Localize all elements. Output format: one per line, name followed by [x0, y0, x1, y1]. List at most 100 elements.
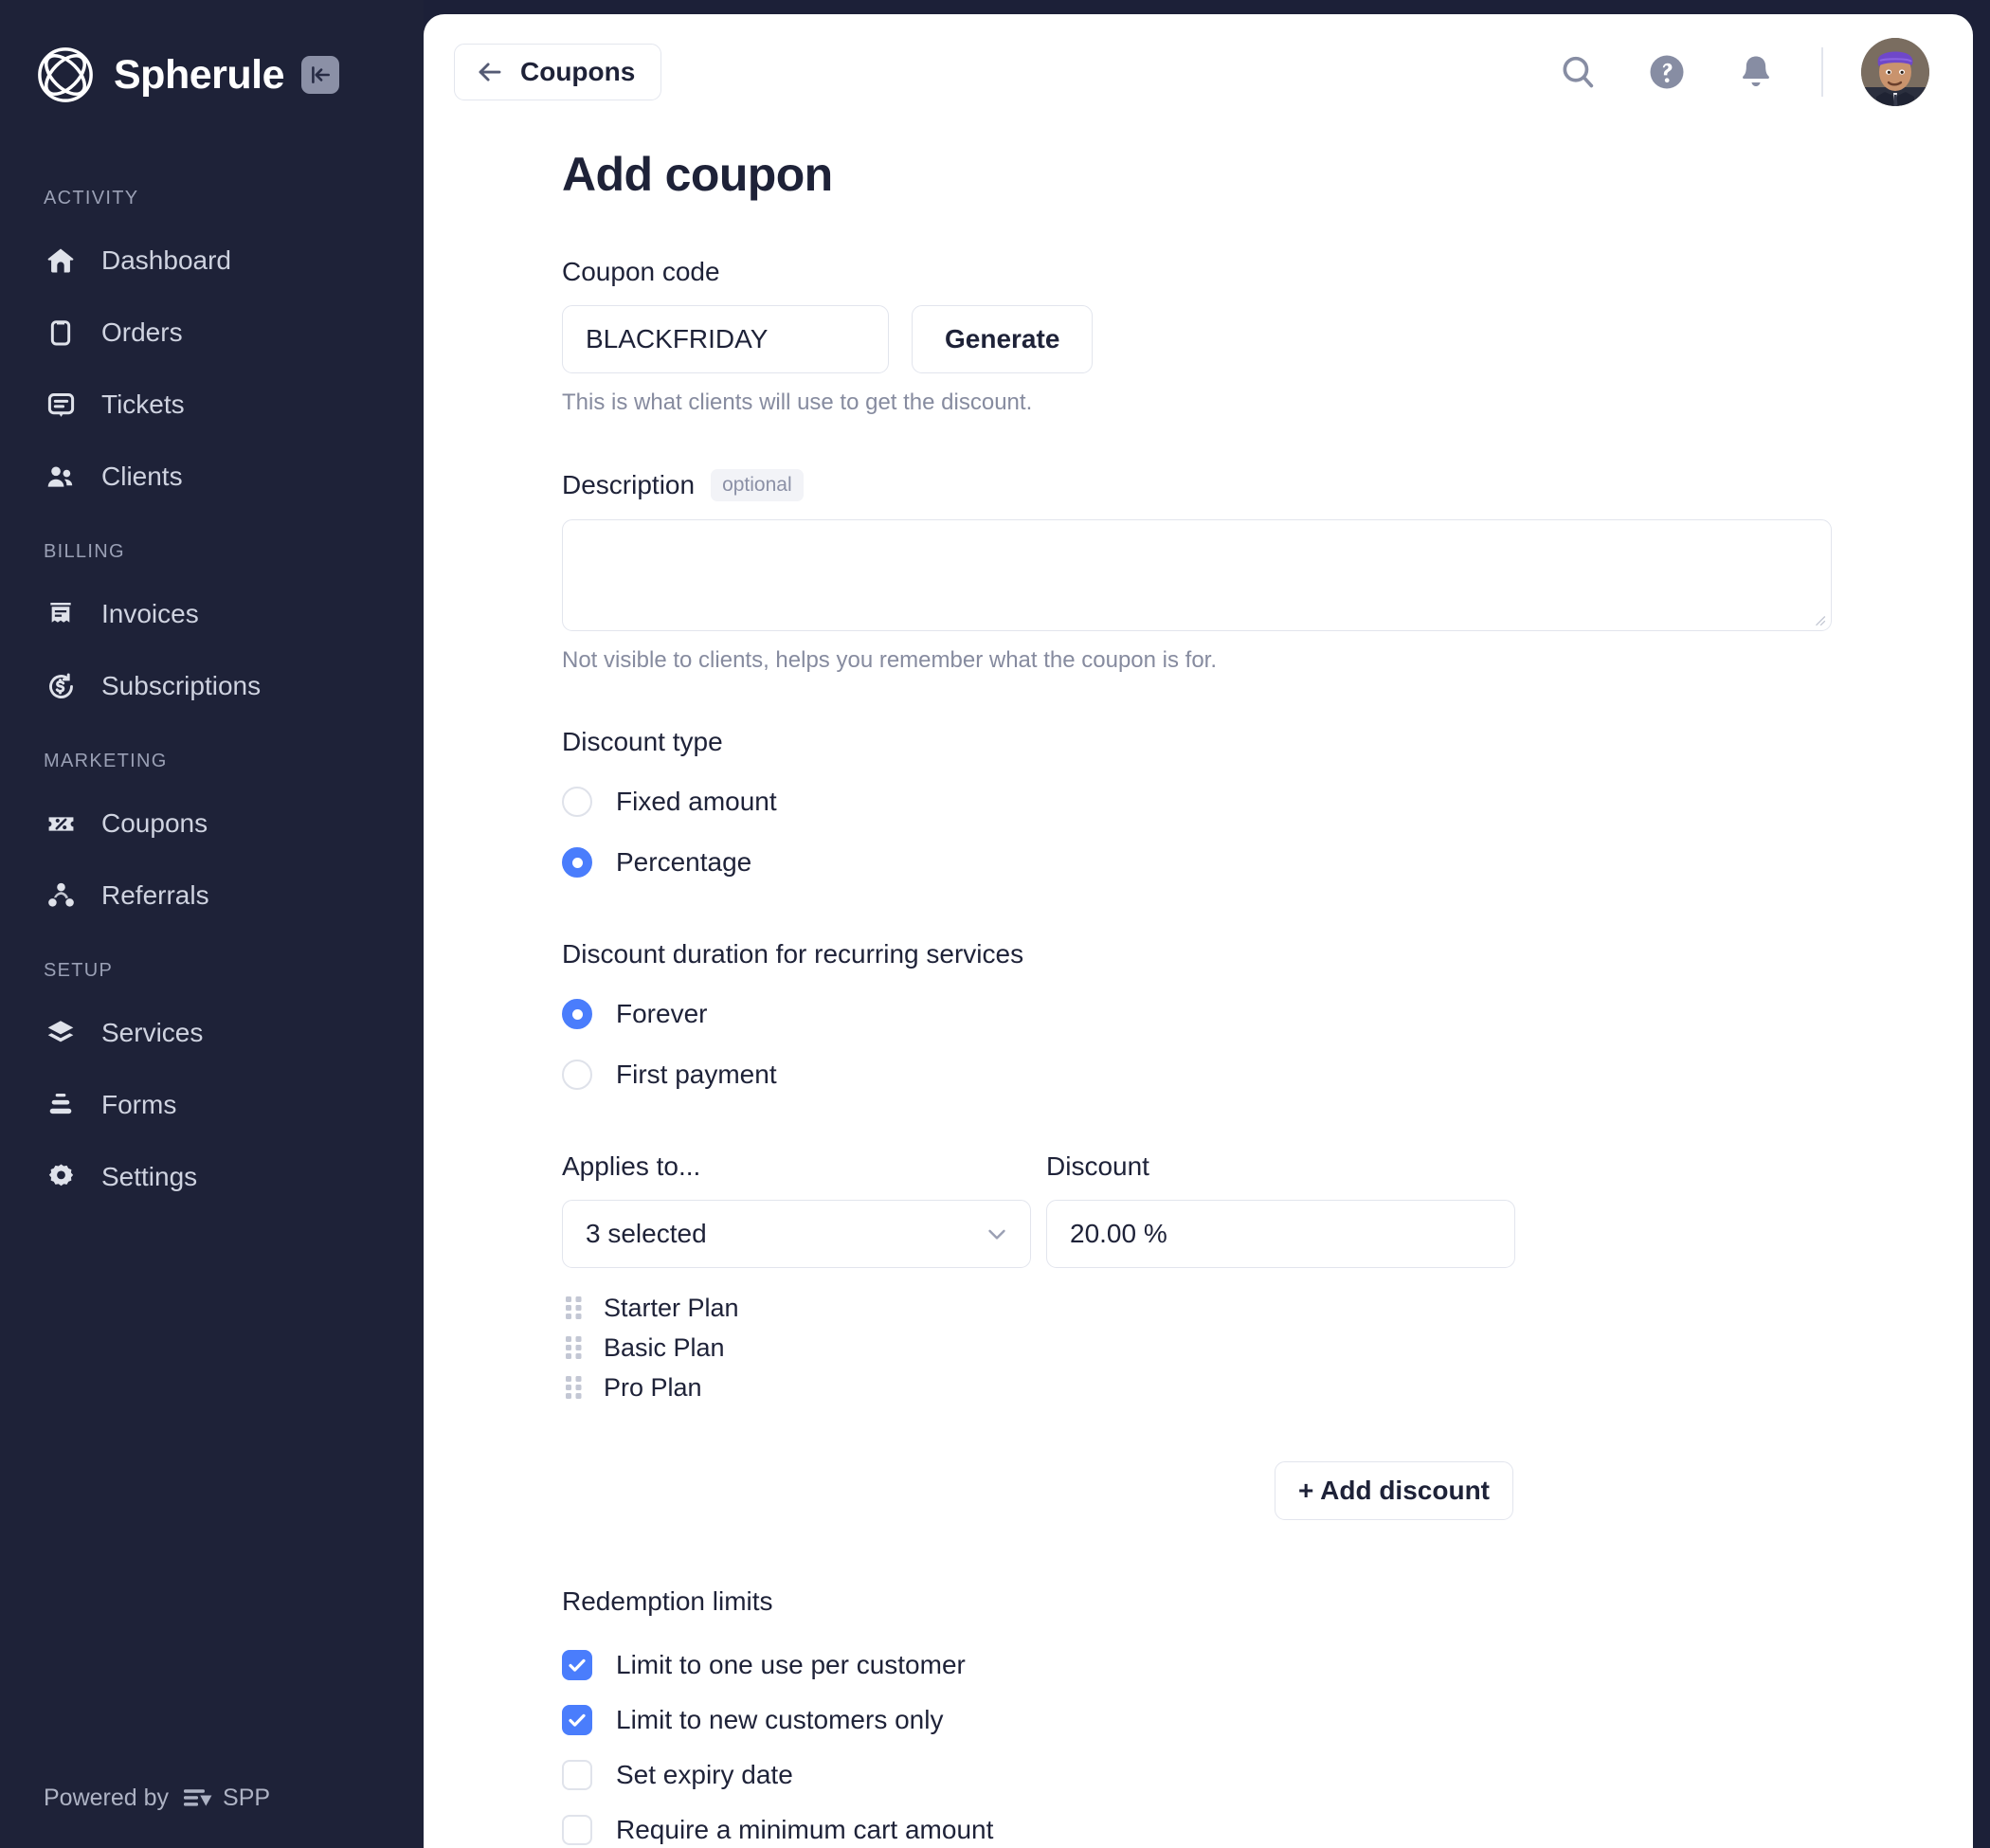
sidebar-item-label: Dashboard [101, 245, 231, 275]
referral-share-icon [42, 877, 80, 915]
coupon-percent-icon [42, 805, 80, 842]
search-icon[interactable] [1556, 50, 1600, 94]
radio-forever[interactable]: Forever [562, 990, 1973, 1038]
checkbox-label: Require a minimum cart amount [616, 1815, 994, 1844]
topbar-divider [1821, 47, 1823, 97]
spp-logo-icon [184, 1788, 212, 1808]
sidebar-item-label: Tickets [101, 390, 185, 419]
forms-icon [42, 1086, 80, 1124]
sidebar-item-dashboard[interactable]: Dashboard [0, 234, 424, 287]
plan-name: Starter Plan [604, 1293, 739, 1322]
help-circle-icon[interactable] [1645, 50, 1689, 94]
sidebar-item-label: Invoices [101, 599, 199, 628]
sidebar-group-activity: ACTIVITY Dashboard Orders Tickets Client… [0, 188, 424, 503]
coupon-code-row: BLACKFRIDAY Generate [562, 305, 1973, 373]
add-discount-button[interactable]: + Add discount [1275, 1461, 1513, 1520]
sidebar-item-label: Services [101, 1018, 204, 1047]
radio-icon-selected [562, 847, 592, 878]
applies-to-select[interactable]: 3 selected [562, 1200, 1031, 1268]
form-body: Add coupon Coupon code BLACKFRIDAY Gener… [424, 130, 1973, 1848]
collapse-sidebar-icon[interactable] [301, 56, 339, 94]
redemption-limits-label: Redemption limits [562, 1586, 773, 1616]
sidebar-item-label: Settings [101, 1162, 198, 1191]
sidebar-item-forms[interactable]: Forms [0, 1078, 424, 1132]
selected-plans-list: Starter Plan Basic Plan Pro Plan [562, 1289, 1973, 1406]
applies-discount-row: Applies to... 3 selected Discount 20.00 … [562, 1151, 1973, 1268]
bell-icon[interactable] [1734, 50, 1778, 94]
home-icon [42, 242, 80, 280]
checkbox-limit-new-customers[interactable]: Limit to new customers only [562, 1693, 1973, 1748]
drag-handle-icon[interactable] [562, 1295, 587, 1320]
sidebar-heading-activity: ACTIVITY [44, 188, 139, 208]
drag-handle-icon[interactable] [562, 1375, 587, 1400]
checkbox-minimum-cart-amount[interactable]: Require a minimum cart amount [562, 1803, 1973, 1848]
checkbox-label: Limit to one use per customer [616, 1650, 966, 1679]
coupon-code-label: Coupon code [562, 257, 720, 286]
sidebar-item-clients[interactable]: Clients [0, 450, 424, 503]
resize-grip-icon [1816, 616, 1826, 626]
generate-button[interactable]: Generate [912, 305, 1094, 373]
add-discount-wrap: + Add discount [562, 1461, 1513, 1520]
radio-label: Percentage [616, 847, 752, 877]
list-item[interactable]: Pro Plan [562, 1368, 1973, 1406]
applies-to-col: Applies to... 3 selected [562, 1151, 1031, 1268]
sidebar-item-referrals[interactable]: Referrals [0, 869, 424, 922]
sidebar-item-subscriptions[interactable]: Subscriptions [0, 660, 424, 713]
sidebar: Spherule ACTIVITY Dashboard Orders Ticke… [0, 0, 424, 1848]
sidebar-item-label: Referrals [101, 880, 209, 910]
checkbox-icon-checked [562, 1650, 592, 1680]
sidebar-item-invoices[interactable]: Invoices [0, 588, 424, 641]
app-root: Spherule ACTIVITY Dashboard Orders Ticke… [0, 0, 1990, 1848]
user-avatar[interactable] [1861, 38, 1929, 106]
checkbox-label: Set expiry date [616, 1760, 793, 1789]
sidebar-item-label: Clients [101, 462, 183, 491]
sidebar-item-orders[interactable]: Orders [0, 306, 424, 359]
list-item[interactable]: Basic Plan [562, 1329, 1973, 1367]
checkbox-icon [562, 1760, 592, 1790]
arrow-left-icon [476, 58, 504, 86]
topbar: Coupons [424, 14, 1973, 130]
users-icon [42, 458, 80, 496]
spherule-logo-icon [36, 45, 95, 104]
chevron-down-icon [983, 1220, 1011, 1248]
checkbox-limit-one-use[interactable]: Limit to one use per customer [562, 1638, 1973, 1693]
radio-first-payment[interactable]: First payment [562, 1051, 1973, 1098]
drag-handle-icon[interactable] [562, 1335, 587, 1360]
discount-input[interactable]: 20.00 % [1046, 1200, 1515, 1268]
sidebar-item-services[interactable]: Services [0, 1006, 424, 1060]
layers-icon [42, 1014, 80, 1052]
list-item[interactable]: Starter Plan [562, 1289, 1973, 1327]
sidebar-item-coupons[interactable]: Coupons [0, 797, 424, 850]
sidebar-group-billing: BILLING Invoices Subscriptions [0, 541, 424, 713]
radio-icon [562, 1060, 592, 1090]
applies-to-value: 3 selected [586, 1219, 707, 1248]
brand: Spherule [0, 0, 424, 114]
sidebar-heading-marketing: MARKETING [44, 751, 168, 771]
invoice-icon [42, 595, 80, 633]
plan-name: Basic Plan [604, 1332, 725, 1362]
discount-label: Discount [1046, 1151, 1149, 1181]
description-section: Description optional Not visible to clie… [562, 469, 1973, 674]
coupon-code-input[interactable]: BLACKFRIDAY [562, 305, 889, 373]
sidebar-group-setup: SETUP Services Forms Settings [0, 960, 424, 1204]
checkbox-label: Limit to new customers only [616, 1705, 944, 1734]
radio-percentage[interactable]: Percentage [562, 839, 1973, 886]
plan-name: Pro Plan [604, 1372, 702, 1402]
sidebar-item-label: Orders [101, 317, 183, 347]
sidebar-heading-setup: SETUP [44, 960, 114, 981]
gear-icon [42, 1158, 80, 1196]
sidebar-item-settings[interactable]: Settings [0, 1150, 424, 1204]
main-content: Coupons Add coupon Coupon code BLACKFRID… [424, 0, 1990, 1848]
checkbox-icon-checked [562, 1705, 592, 1735]
sidebar-item-tickets[interactable]: Tickets [0, 378, 424, 431]
optional-badge: optional [711, 469, 804, 501]
discount-type-label: Discount type [562, 727, 723, 756]
checkbox-set-expiry-date[interactable]: Set expiry date [562, 1748, 1973, 1803]
description-textarea[interactable] [562, 519, 1832, 631]
back-to-coupons-button[interactable]: Coupons [454, 44, 662, 100]
radio-icon-selected [562, 999, 592, 1029]
radio-fixed-amount[interactable]: Fixed amount [562, 778, 1973, 825]
description-label-text: Description [562, 470, 696, 499]
description-label: Description optional [562, 469, 1973, 501]
checkbox-icon [562, 1815, 592, 1845]
